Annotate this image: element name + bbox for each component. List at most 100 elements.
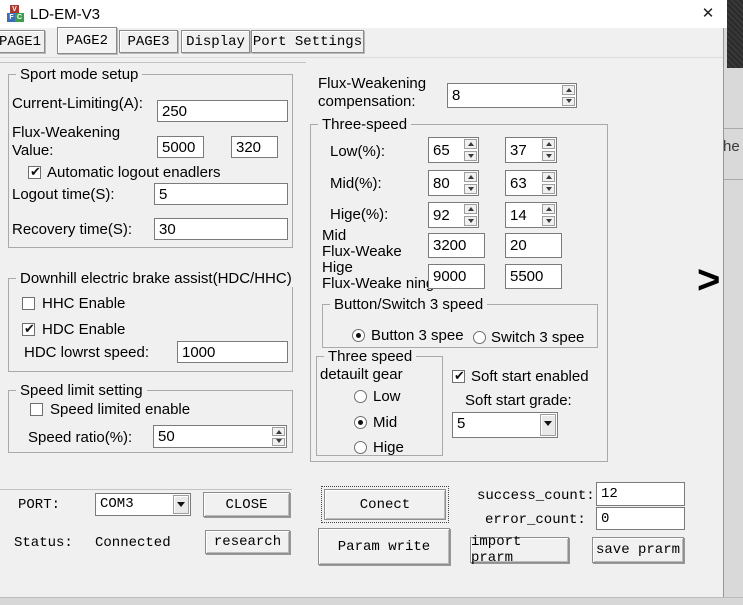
spin-up-icon[interactable]: [464, 172, 477, 182]
save-param-button[interactable]: save prarm: [592, 537, 684, 563]
background-window-edge: [723, 0, 743, 605]
flux-weakening-value2-input[interactable]: [231, 136, 278, 158]
mid-spinner-1[interactable]: [428, 170, 479, 196]
port-label: PORT:: [18, 497, 60, 513]
spin-up-icon[interactable]: [542, 204, 555, 214]
gear-mid-label: Mid: [373, 414, 397, 431]
spin-down-icon[interactable]: [542, 151, 555, 161]
button-3-speed-label: Button 3 spee: [371, 327, 464, 344]
gear-hige-radio[interactable]: [354, 441, 367, 454]
hige-spinner-1[interactable]: [428, 202, 479, 228]
mid-flux-label-line1: Mid: [322, 227, 346, 244]
gear-mid-radio[interactable]: [354, 416, 367, 429]
speed-ratio-input[interactable]: [154, 426, 271, 447]
current-limiting-input[interactable]: [157, 100, 288, 122]
chevron-right-glyph: >: [697, 260, 720, 300]
close-icon[interactable]: ✕: [698, 3, 718, 23]
chevron-down-icon[interactable]: [173, 495, 189, 514]
speed-ratio-spinner[interactable]: [153, 425, 287, 448]
success-count-label: success_count:: [477, 488, 595, 504]
gear-low-label: Low: [373, 388, 401, 405]
hhc-enable-checkbox[interactable]: [22, 297, 35, 310]
spin-up-icon[interactable]: [542, 172, 555, 182]
flux-comp-input[interactable]: [448, 84, 561, 107]
hige-flux-input-2[interactable]: [505, 264, 562, 289]
connect-button-face: Conect: [324, 489, 446, 520]
low-input-1[interactable]: [429, 138, 463, 162]
mid-spinner-2[interactable]: [505, 170, 557, 196]
tab-page2[interactable]: PAGE2: [57, 27, 117, 54]
spin-down-icon[interactable]: [542, 216, 555, 226]
app-blocks-icon: V F C: [7, 5, 24, 22]
port-combobox[interactable]: COM3: [95, 493, 191, 516]
param-write-button[interactable]: Param write: [318, 528, 450, 565]
error-count-label: error_count:: [485, 512, 586, 528]
tab-port-settings[interactable]: Port Settings: [251, 30, 364, 53]
hdc-lowest-speed-label: HDC lowrst speed:: [24, 344, 149, 361]
spin-up-icon[interactable]: [464, 139, 477, 149]
hdc-enable-label: HDC Enable: [42, 321, 125, 338]
spin-down-icon[interactable]: [542, 184, 555, 194]
flux-weakening-value1-input[interactable]: [157, 136, 204, 158]
spin-up-icon[interactable]: [542, 139, 555, 149]
spin-up-icon[interactable]: [562, 85, 575, 95]
error-count-input[interactable]: [596, 507, 685, 530]
hige-flux-input-1[interactable]: [428, 264, 485, 289]
group-title: Downhill electric brake assist(HDC/HHC): [16, 270, 296, 287]
flux-comp-spinner[interactable]: [447, 83, 577, 108]
tab-page1[interactable]: PAGE1: [0, 30, 45, 53]
window-bottom-edge: [0, 597, 743, 605]
spin-down-icon[interactable]: [464, 184, 477, 194]
gear-hige-label: Hige: [373, 439, 404, 456]
spin-down-icon[interactable]: [562, 97, 575, 107]
close-port-button[interactable]: CLOSE: [203, 492, 290, 517]
left-panel-bottom-border: [0, 489, 292, 490]
titlebar: [0, 0, 727, 28]
combo-value: COM3: [100, 496, 134, 512]
spin-up-icon[interactable]: [464, 204, 477, 214]
recovery-time-input[interactable]: [154, 218, 288, 240]
button-3-speed-radio[interactable]: [352, 329, 365, 342]
hdc-lowest-speed-input[interactable]: [177, 341, 288, 363]
switch-3-speed-label: Switch 3 spee: [491, 329, 584, 346]
hige-input-2[interactable]: [506, 203, 541, 227]
auto-logout-checkbox[interactable]: [28, 166, 41, 179]
import-param-button[interactable]: import prarm: [470, 537, 569, 563]
hdc-enable-checkbox[interactable]: [22, 323, 35, 336]
soft-start-grade-combobox[interactable]: 5: [452, 412, 558, 438]
low-spinner-2[interactable]: [505, 137, 557, 163]
flux-weakening-label-line2: Value:: [12, 142, 53, 159]
research-button[interactable]: research: [205, 530, 290, 554]
icon-block-green: C: [15, 13, 24, 22]
mid-flux-input-2[interactable]: [505, 233, 562, 258]
chevron-down-icon[interactable]: [540, 414, 556, 436]
hige-spinner-2[interactable]: [505, 202, 557, 228]
low-spinner-1[interactable]: [428, 137, 479, 163]
switch-3-speed-radio[interactable]: [473, 331, 486, 344]
spin-down-icon[interactable]: [464, 151, 477, 161]
mid-flux-label-line2: Flux-Weake: [322, 243, 402, 260]
mid-input-1[interactable]: [429, 171, 463, 195]
spin-down-icon[interactable]: [272, 438, 285, 447]
tab-page3[interactable]: PAGE3: [119, 30, 178, 53]
group-title: Three-speed: [318, 116, 411, 133]
logout-time-input[interactable]: [154, 183, 288, 205]
connect-button[interactable]: Conect: [321, 486, 449, 523]
gear-low-radio[interactable]: [354, 390, 367, 403]
auto-logout-label: Automatic logout enadlers: [47, 164, 220, 181]
combo-value: 5: [457, 415, 465, 432]
group-title: Button/Switch 3 speed: [330, 296, 487, 313]
speed-limited-enable-label: Speed limited enable: [50, 401, 190, 418]
group-title: Sport mode setup: [16, 66, 142, 83]
speed-limited-enable-checkbox[interactable]: [30, 403, 43, 416]
hige-input-1[interactable]: [429, 203, 463, 227]
spin-down-icon[interactable]: [464, 216, 477, 226]
tab-display[interactable]: Display: [181, 30, 250, 53]
mid-input-2[interactable]: [506, 171, 541, 195]
soft-start-checkbox[interactable]: [452, 370, 465, 383]
mid-flux-input-1[interactable]: [428, 233, 485, 258]
low-input-2[interactable]: [506, 138, 541, 162]
spin-up-icon[interactable]: [272, 427, 285, 436]
success-count-input[interactable]: [596, 482, 685, 506]
logout-time-label: Logout time(S):: [12, 186, 115, 203]
